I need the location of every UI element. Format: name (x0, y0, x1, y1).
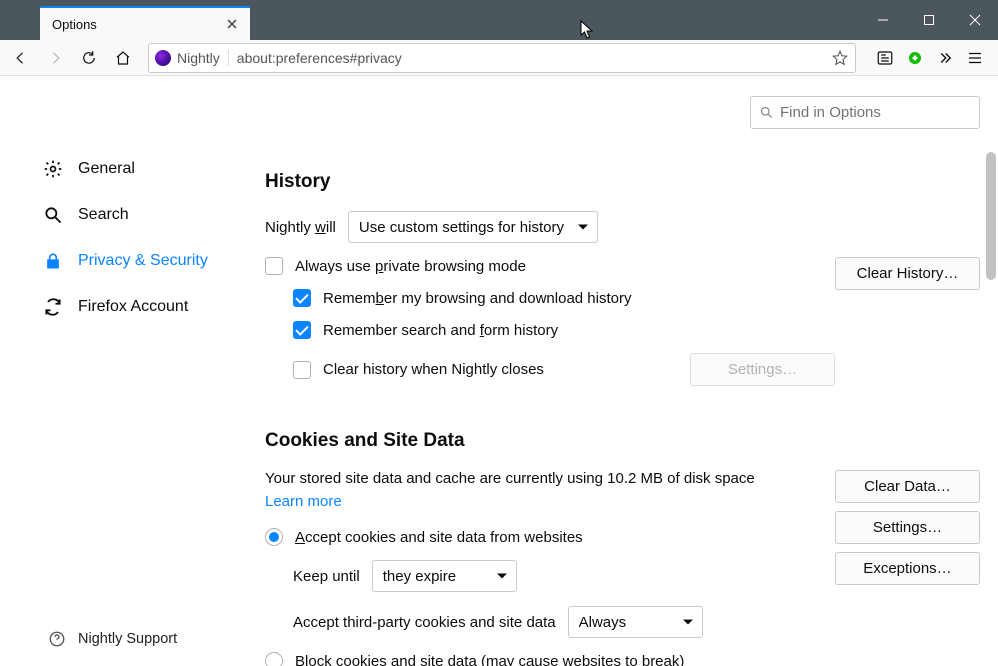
block-cookies-row: Block cookies and site data (may cause w… (265, 652, 815, 666)
history-will-label: Nightly will (265, 219, 336, 236)
keep-until-select[interactable]: they expire (372, 560, 517, 592)
search-icon (42, 204, 64, 226)
forward-button[interactable] (40, 43, 70, 73)
url-text: about:preferences#privacy (237, 50, 831, 66)
remember-search-checkbox[interactable] (293, 321, 311, 339)
sidebar-item-label: Privacy & Security (78, 252, 208, 270)
history-heading: History (265, 171, 980, 193)
sidebar-item-label: General (78, 160, 135, 178)
keep-until-row: Keep until they expire (265, 560, 815, 592)
back-button[interactable] (6, 43, 36, 73)
identity-label: Nightly (177, 50, 220, 66)
shield-icon[interactable] (904, 47, 926, 69)
preferences-content: General Search Privacy & Security Firefo… (0, 76, 998, 666)
clear-on-close-label: Clear history when Nightly closes (323, 361, 544, 378)
clear-on-close-checkbox[interactable] (293, 361, 311, 379)
always-private-label: Always use private browsing mode (295, 258, 526, 275)
toolbar-right-icons (868, 47, 992, 69)
minimize-button[interactable] (860, 0, 906, 40)
overflow-icon[interactable] (934, 47, 956, 69)
search-placeholder: Find in Options (780, 104, 881, 121)
third-party-select[interactable]: Always (568, 606, 703, 638)
accept-cookies-radio[interactable] (265, 528, 283, 546)
always-private-checkbox[interactable] (265, 257, 283, 275)
search-input[interactable]: Find in Options (750, 96, 980, 129)
nav-toolbar: Nightly about:preferences#privacy (0, 40, 998, 76)
home-button[interactable] (108, 43, 138, 73)
accept-cookies-row: Accept cookies and site data from websit… (265, 528, 815, 546)
lock-icon (42, 250, 64, 272)
close-tab-icon[interactable] (224, 16, 240, 32)
titlebar: Options (0, 0, 998, 40)
third-party-label: Accept third-party cookies and site data (293, 614, 556, 631)
cookies-settings-button[interactable]: Settings… (835, 511, 980, 544)
browser-tab[interactable]: Options (40, 6, 250, 40)
remember-browsing-row: Remember my browsing and download histor… (265, 289, 835, 307)
history-mode-row: Nightly will Use custom settings for his… (265, 211, 980, 243)
preferences-sidebar: General Search Privacy & Security Firefo… (0, 76, 265, 666)
maximize-button[interactable] (906, 0, 952, 40)
reload-button[interactable] (74, 43, 104, 73)
clear-history-button[interactable]: Clear History… (835, 257, 980, 290)
bookmark-star-icon[interactable] (831, 49, 849, 67)
sidebar-item-label: Firefox Account (78, 298, 188, 316)
accept-cookies-label: Accept cookies and site data from websit… (295, 529, 583, 546)
sidebar-item-firefox-account[interactable]: Firefox Account (0, 284, 265, 330)
url-bar[interactable]: Nightly about:preferences#privacy (148, 43, 856, 73)
remember-search-row: Remember search and form history (265, 321, 835, 339)
tab-spacer (0, 0, 40, 40)
preferences-main: Find in Options History Nightly will Use… (265, 76, 998, 666)
gear-icon (42, 158, 64, 180)
sidebar-item-label: Search (78, 206, 129, 224)
remember-search-label: Remember search and form history (323, 322, 558, 339)
close-window-button[interactable] (952, 0, 998, 40)
clear-data-button[interactable]: Clear Data… (835, 470, 980, 503)
window-controls (860, 0, 998, 40)
cookies-learn-more-link[interactable]: Learn more (265, 493, 342, 510)
tab-title: Options (52, 17, 224, 32)
sidebar-item-privacy[interactable]: Privacy & Security (0, 238, 265, 284)
block-cookies-label: Block cookies and site data (may cause w… (295, 653, 684, 666)
support-label: Nightly Support (78, 631, 177, 647)
block-cookies-radio[interactable] (265, 652, 283, 666)
identity-box[interactable]: Nightly (155, 50, 229, 66)
remember-browsing-checkbox[interactable] (293, 289, 311, 307)
reader-view-icon[interactable] (874, 47, 896, 69)
sidebar-item-general[interactable]: General (0, 146, 265, 192)
clear-on-close-settings-button: Settings… (690, 353, 835, 386)
cookies-exceptions-button[interactable]: Exceptions… (835, 552, 980, 585)
third-party-row: Accept third-party cookies and site data… (265, 606, 815, 638)
sidebar-item-search[interactable]: Search (0, 192, 265, 238)
sync-icon (42, 296, 64, 318)
remember-browsing-label: Remember my browsing and download histor… (323, 290, 631, 307)
sidebar-support-link[interactable]: Nightly Support (0, 630, 177, 648)
nightly-logo-icon (155, 50, 171, 66)
cookies-heading: Cookies and Site Data (265, 430, 980, 452)
menu-icon[interactable] (964, 47, 986, 69)
history-mode-select[interactable]: Use custom settings for history (348, 211, 598, 243)
keep-until-label: Keep until (293, 568, 360, 585)
clear-on-close-row: Clear history when Nightly closes Settin… (265, 353, 835, 386)
scrollbar-thumb[interactable] (986, 152, 996, 280)
cookies-desc: Your stored site data and cache are curr… (265, 470, 815, 487)
always-private-row: Always use private browsing mode (265, 257, 835, 275)
